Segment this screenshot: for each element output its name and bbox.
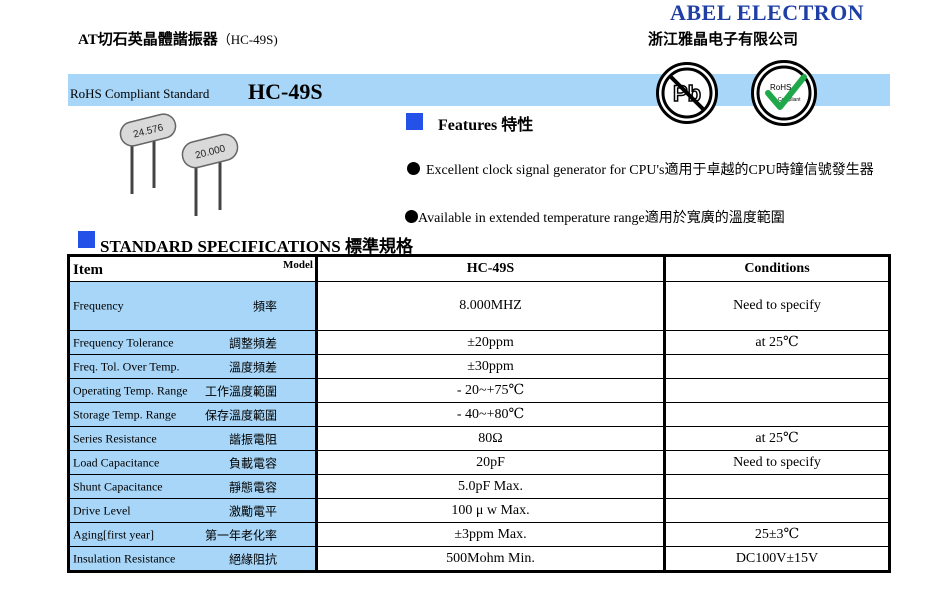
- title-text: AT切石英晶體諧振器: [78, 32, 218, 48]
- spec-table-body: Frequency 頻率 8.000MHZ Need to specify Freque…: [68, 281, 890, 572]
- condition-cell: Need to specify: [663, 450, 890, 475]
- banner-model: HC-49S: [248, 79, 323, 104]
- table-row: Aging[first year] 第一年老化率 ±3ppm Max. 25±3℃: [68, 522, 890, 547]
- condition-cell: Need to specify: [663, 281, 890, 331]
- table-row: Storage Temp. Range 保存溫度範圍 - 40~+80℃: [68, 402, 890, 427]
- item-name-en: Aging[first year]: [73, 527, 154, 541]
- document-title: AT切石英晶體諧振器（HC-49S): [78, 28, 278, 49]
- table-row: Freq. Tol. Over Temp. 溫度頻差 ±30ppm: [68, 354, 890, 379]
- condition-cell: DC100V±15V: [663, 546, 890, 572]
- value-cell: 8.000MHZ: [315, 281, 665, 331]
- company-name: 浙江雅晶电子有限公司: [648, 32, 799, 48]
- item-name-zh: 絕緣阻抗: [228, 552, 277, 566]
- condition-cell: [663, 498, 890, 523]
- item-name-en: Frequency Tolerance: [73, 335, 174, 349]
- value-cell: 500Mohm Min.: [315, 546, 665, 572]
- table-row: Series Resistance 諧振電阻 80Ω at 25℃: [68, 426, 890, 451]
- value-cell: 20pF: [315, 450, 665, 475]
- table-header-row: Item Model HC-49S Conditions: [68, 255, 890, 282]
- condition-cell: [663, 474, 890, 499]
- specs-marker-icon: [78, 231, 95, 248]
- item-cell: Frequency Tolerance 調整頻差: [68, 330, 317, 355]
- header-value: HC-49S: [315, 255, 665, 282]
- condition-cell: [663, 378, 890, 403]
- rohs-compliant-icon: RoHS Compliant: [751, 60, 817, 126]
- spec-table: Item Model HC-49S Conditions Frequency 頻率…: [67, 254, 891, 573]
- item-cell: Aging[first year] 第一年老化率: [68, 522, 317, 547]
- item-name-zh: 工作溫度範圍: [204, 384, 277, 398]
- item-name-zh: 激勵電平: [228, 504, 277, 518]
- item-cell: Storage Temp. Range 保存溫度範圍: [68, 402, 317, 427]
- item-cell: Shunt Capacitance 靜態電容: [68, 474, 317, 499]
- rohs-text: RoHS: [770, 83, 791, 92]
- value-cell: ±3ppm Max.: [315, 522, 665, 547]
- table-row: Load Capacitance 負載電容 20pF Need to specify: [68, 450, 890, 475]
- item-cell: Load Capacitance 負載電容: [68, 450, 317, 475]
- item-name-zh: 溫度頻差: [228, 360, 277, 374]
- value-cell: 100 μ w Max.: [315, 498, 665, 523]
- item-name-en: Series Resistance: [73, 431, 157, 445]
- title-model: （HC-49S): [217, 32, 278, 47]
- item-name-zh: 諧振電阻: [228, 432, 277, 446]
- item-cell: Insulation Resistance 絕緣阻抗: [68, 546, 317, 572]
- item-name-en: Insulation Resistance: [73, 551, 176, 565]
- feature-text: Excellent clock signal generator for CPU…: [426, 163, 874, 178]
- condition-cell: [663, 402, 890, 427]
- value-cell: 80Ω: [315, 426, 665, 451]
- value-cell: - 40~+80℃: [315, 402, 665, 427]
- table-row: Drive Level 激勵電平 100 μ w Max.: [68, 498, 890, 523]
- bullet-icon: [405, 210, 418, 223]
- table-row: Frequency 頻率 8.000MHZ Need to specify: [68, 281, 890, 331]
- header-conditions: Conditions: [663, 255, 890, 282]
- features-title: Features 特性: [438, 117, 534, 134]
- pb-free-icon: Pb: [656, 62, 718, 124]
- condition-cell: [663, 354, 890, 379]
- item-name-en: Storage Temp. Range: [73, 407, 177, 421]
- condition-cell: 25±3℃: [663, 522, 890, 547]
- header-model: Model: [283, 259, 313, 271]
- item-name-en: Drive Level: [73, 503, 131, 517]
- item-name-zh: 調整頻差: [228, 336, 277, 350]
- item-name-en: Freq. Tol. Over Temp.: [73, 359, 180, 373]
- value-cell: 5.0pF Max.: [315, 474, 665, 499]
- item-name-zh: 第一年老化率: [204, 528, 277, 542]
- crystal-product-image: 24.576 20.000: [118, 112, 248, 229]
- table-row: Operating Temp. Range 工作溫度範圍 - 20~+75℃: [68, 378, 890, 403]
- condition-cell: at 25℃: [663, 426, 890, 451]
- table-row: Frequency Tolerance 調整頻差 ±20ppm at 25℃: [68, 330, 890, 355]
- item-cell: Drive Level 激勵電平: [68, 498, 317, 523]
- banner-standard: RoHS Compliant Standard: [70, 86, 210, 101]
- value-cell: ±30ppm: [315, 354, 665, 379]
- feature-item: Available in extended temperature range適…: [405, 207, 785, 227]
- condition-cell: at 25℃: [663, 330, 890, 355]
- item-cell: Frequency 頻率: [68, 281, 317, 331]
- feature-text: Available in extended temperature range適…: [418, 211, 785, 226]
- item-name-zh: 保存溫度範圍: [204, 408, 277, 422]
- value-cell: - 20~+75℃: [315, 378, 665, 403]
- features-marker-icon: [406, 113, 423, 130]
- item-name-en: Operating Temp. Range: [73, 383, 188, 397]
- item-name-en: Shunt Capacitance: [73, 479, 163, 493]
- table-row: Insulation Resistance 絕緣阻抗 500Mohm Min. DC1…: [68, 546, 890, 572]
- item-name-en: Load Capacitance: [73, 455, 160, 469]
- item-name-zh: 負載電容: [228, 456, 277, 470]
- item-cell: Operating Temp. Range 工作溫度範圍: [68, 378, 317, 403]
- brand-name: ABEL ELECTRON: [670, 0, 865, 25]
- item-name-zh: 靜態電容: [228, 480, 277, 494]
- table-row: Shunt Capacitance 靜態電容 5.0pF Max.: [68, 474, 890, 499]
- bullet-icon: [407, 162, 420, 175]
- item-cell: Series Resistance 諧振電阻: [68, 426, 317, 451]
- item-name-en: Frequency: [73, 298, 124, 313]
- item-name-zh: 頻率: [252, 299, 277, 314]
- feature-item: Excellent clock signal generator for CPU…: [407, 160, 897, 182]
- item-cell: Freq. Tol. Over Temp. 溫度頻差: [68, 354, 317, 379]
- header-item: Item: [73, 262, 103, 278]
- header-item-cell: Item Model: [68, 255, 317, 282]
- value-cell: ±20ppm: [315, 330, 665, 355]
